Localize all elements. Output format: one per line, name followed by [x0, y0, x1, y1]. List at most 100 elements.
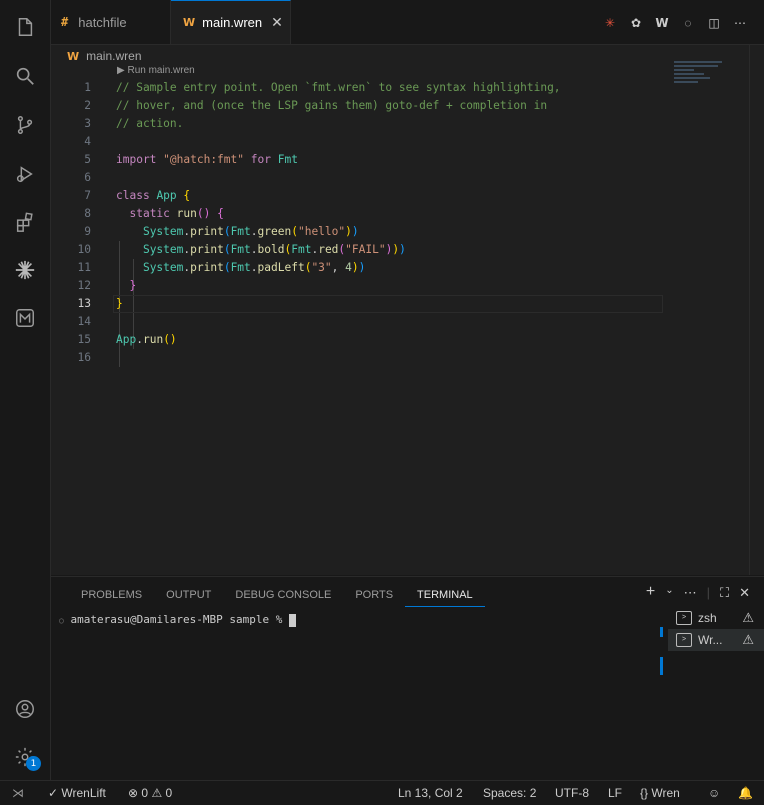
warning-icon: ⚠: [742, 632, 754, 647]
encoding-status[interactable]: UTF-8: [555, 786, 589, 800]
separator: |: [706, 585, 710, 600]
editor-tab-bar: # hatchfile W main.wren ✕ ✳ ✿ W ◌ ◫ ⋯: [51, 0, 764, 45]
line-number: 13: [77, 297, 91, 310]
terminal-label: zsh: [698, 611, 717, 625]
account-icon[interactable]: [13, 697, 37, 721]
tab-output[interactable]: OUTPUT: [154, 585, 223, 607]
language-status[interactable]: {} Wren: [640, 786, 680, 800]
line-number: 12: [77, 279, 91, 292]
line-number: 5: [84, 153, 91, 166]
add-terminal-icon[interactable]: +: [646, 584, 655, 601]
bottom-panel: PROBLEMS OUTPUT DEBUG CONSOLE PORTS TERM…: [51, 576, 764, 781]
tab-label: main.wren: [202, 15, 263, 30]
tab-label: hatchfile: [78, 14, 127, 30]
line-number: 2: [84, 99, 91, 112]
error-count: 0: [141, 786, 149, 800]
warning-count: 0: [165, 786, 173, 800]
terminal-prompt: amaterasu@Damilares-MBP sample %: [70, 613, 289, 626]
code-line: 10 System.print(Fmt.bold(Fmt.red("FAIL")…: [51, 241, 661, 259]
terminal-icon: >: [676, 611, 692, 625]
tab-ports[interactable]: PORTS: [343, 585, 405, 607]
search-icon[interactable]: [13, 64, 37, 88]
code-line: 1// Sample entry point. Open `fmt.wren` …: [51, 79, 661, 97]
code-line: 3// action.: [51, 115, 661, 133]
code-line: 16: [51, 349, 661, 367]
warning-icon: ⚠: [151, 786, 163, 800]
terminal-circle-icon: ○: [59, 616, 64, 625]
code-line: 4: [51, 133, 661, 151]
more-actions-icon[interactable]: ⋯: [684, 585, 697, 601]
line-number: 11: [77, 261, 91, 274]
line-number: 7: [84, 189, 91, 202]
breadcrumb[interactable]: W main.wren: [67, 45, 142, 67]
terminal-scroll-markers: [660, 627, 664, 687]
terminal-output[interactable]: ○ amaterasu@Damilares-MBP sample %: [59, 613, 296, 627]
close-icon[interactable]: ✕: [739, 585, 750, 601]
tab-terminal[interactable]: TERMINAL: [405, 585, 485, 607]
close-icon[interactable]: ✕: [271, 14, 283, 31]
line-number: 15: [77, 333, 91, 346]
line-number: 9: [84, 225, 91, 238]
m-extension-icon[interactable]: [13, 306, 37, 330]
hash-file-icon: #: [61, 15, 69, 29]
wren-file-icon: W: [67, 49, 80, 63]
code-editor[interactable]: W main.wren ▶ Run main.wren 1// Sample e…: [51, 45, 764, 575]
tab-main-wren[interactable]: W main.wren ✕: [171, 0, 291, 44]
indentation-status[interactable]: Spaces: 2: [483, 786, 536, 800]
openai-icon[interactable]: ✿: [628, 15, 644, 31]
line-number: 8: [84, 207, 91, 220]
minimap[interactable]: [674, 61, 726, 101]
line-number: 6: [84, 171, 91, 184]
code-line: 14: [51, 313, 661, 331]
remote-icon[interactable]: ⋊: [12, 786, 24, 800]
copilot-icon[interactable]: ☺: [708, 786, 720, 800]
eol-status[interactable]: LF: [608, 786, 622, 800]
breadcrumb-file: main.wren: [86, 49, 142, 63]
split-editor-icon[interactable]: ◫: [706, 15, 722, 31]
terminal-label: Wr...: [698, 633, 723, 647]
code-line: 5 import "@hatch:fmt" for Fmt: [51, 151, 661, 169]
activity-bar: 1: [0, 0, 51, 780]
run-codelens[interactable]: ▶ Run main.wren: [117, 65, 195, 76]
panel-actions: + ⌄ ⋯ | ⛶ ✕: [646, 584, 750, 601]
more-actions-icon[interactable]: ⋯: [732, 15, 748, 31]
settings-badge: 1: [26, 756, 41, 771]
tab-problems[interactable]: PROBLEMS: [69, 585, 154, 607]
terminal-item-zsh[interactable]: > zsh ⚠: [668, 607, 764, 629]
maximize-panel-icon[interactable]: ⛶: [720, 585, 729, 601]
wren-asterisk-icon[interactable]: [13, 258, 37, 282]
cursor-position[interactable]: Ln 13, Col 2: [398, 786, 463, 800]
code-line: 11 System.print(Fmt.padLeft("3", 4)): [51, 259, 661, 277]
check-icon: ✓: [48, 786, 59, 800]
run-debug-icon[interactable]: [13, 162, 37, 186]
line-number: 14: [77, 315, 91, 328]
tab-debug-console[interactable]: DEBUG CONSOLE: [223, 585, 343, 607]
line-number: 1: [84, 81, 91, 94]
tab-hatchfile[interactable]: # hatchfile: [51, 0, 171, 44]
wrenlift-status[interactable]: ✓ WrenLift: [48, 786, 106, 800]
chevron-down-icon[interactable]: ⌄: [665, 585, 673, 601]
terminal-item-wren[interactable]: > Wr... ⚠: [668, 629, 764, 651]
code-line: 2// hover, and (once the LSP gains them)…: [51, 97, 661, 115]
wren-run-icon[interactable]: ✳: [602, 15, 618, 31]
error-icon: ⊗: [128, 786, 139, 800]
warning-icon: ⚠: [742, 610, 754, 625]
wren-file-icon: W: [183, 16, 196, 29]
code-line: 15 App.run(): [51, 331, 661, 349]
problems-status[interactable]: ⊗ 0 ⚠ 0: [128, 786, 172, 800]
braces-icon: {}: [640, 786, 649, 800]
terminal-icon: >: [676, 633, 692, 647]
explorer-icon[interactable]: [13, 15, 37, 39]
code-line: 12 }: [51, 277, 661, 295]
status-bar: ⋊ ✓ WrenLift ⊗ 0 ⚠ 0 Ln 13, Col 2 Spaces…: [0, 780, 764, 805]
notifications-icon[interactable]: 🔔: [738, 786, 753, 800]
source-control-icon[interactable]: [13, 113, 37, 137]
extensions-icon[interactable]: [13, 210, 37, 234]
editor-actions: ✳ ✿ W ◌ ◫ ⋯: [602, 15, 748, 31]
line-number: 10: [77, 243, 91, 256]
compare-icon[interactable]: ◌: [680, 15, 696, 31]
wren-action-icon[interactable]: W: [654, 15, 670, 31]
code-area[interactable]: 1// Sample entry point. Open `fmt.wren` …: [51, 79, 663, 367]
editor-scrollbar[interactable]: [749, 45, 764, 575]
code-line-current: 13}: [51, 295, 663, 313]
